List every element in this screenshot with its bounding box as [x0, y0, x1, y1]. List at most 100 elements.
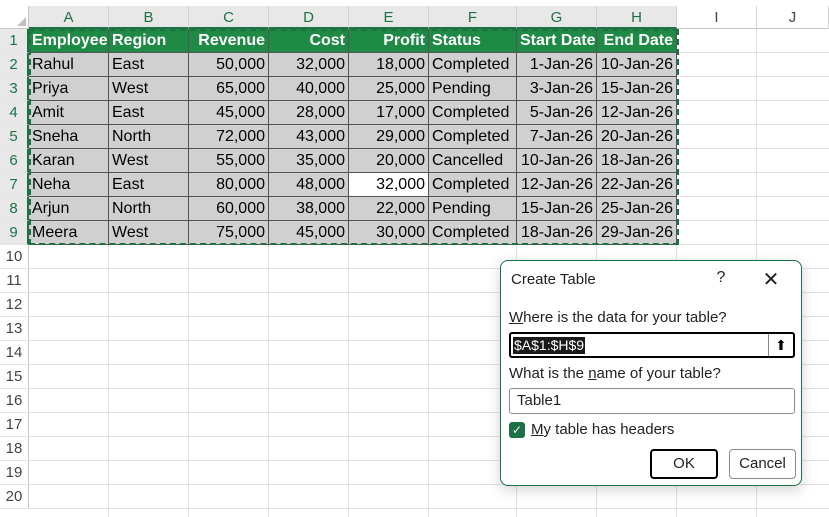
table-cell[interactable]: 35,000: [269, 149, 349, 173]
help-icon[interactable]: ?: [710, 269, 732, 287]
header-cell[interactable]: Profit: [349, 29, 429, 53]
table-cell[interactable]: East: [109, 101, 189, 125]
row-header-12[interactable]: 12: [0, 293, 29, 317]
table-cell[interactable]: 5-Jan-26: [517, 101, 597, 125]
header-cell[interactable]: Employee: [29, 29, 109, 53]
table-cell[interactable]: 25-Jan-26: [597, 197, 677, 221]
headers-checkbox-label[interactable]: My table has headers: [531, 421, 674, 438]
header-cell[interactable]: Cost: [269, 29, 349, 53]
header-cell[interactable]: End Date: [597, 29, 677, 53]
table-cell[interactable]: 43,000: [269, 125, 349, 149]
column-header-j[interactable]: J: [757, 6, 829, 29]
table-cell[interactable]: 15-Jan-26: [597, 77, 677, 101]
row-header-10[interactable]: 10: [0, 245, 29, 269]
table-cell[interactable]: Arjun: [29, 197, 109, 221]
row-header-20[interactable]: 20: [0, 485, 29, 509]
close-icon[interactable]: ✕: [759, 269, 783, 291]
column-header-h[interactable]: H: [597, 6, 677, 29]
headers-checkbox[interactable]: ✓: [509, 422, 525, 438]
range-value[interactable]: $A$1:$H$9: [513, 337, 586, 354]
table-cell[interactable]: Karan: [29, 149, 109, 173]
row-header-19[interactable]: 19: [0, 461, 29, 485]
table-cell[interactable]: 25,000: [349, 77, 429, 101]
row-header-3[interactable]: 3: [0, 77, 29, 101]
table-cell[interactable]: 60,000: [189, 197, 269, 221]
column-header-i[interactable]: I: [677, 6, 757, 29]
ok-button[interactable]: OK: [650, 449, 718, 479]
table-cell[interactable]: 18,000: [349, 53, 429, 77]
cancel-button[interactable]: Cancel: [729, 449, 796, 479]
table-cell[interactable]: 1-Jan-26: [517, 53, 597, 77]
table-cell[interactable]: 29-Jan-26: [597, 221, 677, 245]
table-cell[interactable]: Meera: [29, 221, 109, 245]
table-cell[interactable]: 29,000: [349, 125, 429, 149]
table-cell[interactable]: Rahul: [29, 53, 109, 77]
row-header-1[interactable]: 1: [0, 29, 29, 53]
row-header-15[interactable]: 15: [0, 365, 29, 389]
table-cell[interactable]: 22,000: [349, 197, 429, 221]
row-header-4[interactable]: 4: [0, 101, 29, 125]
table-name-input[interactable]: Table1: [509, 388, 795, 414]
range-input[interactable]: $A$1:$H$9 ⬆: [509, 332, 795, 358]
header-cell[interactable]: Revenue: [189, 29, 269, 53]
table-cell[interactable]: 72,000: [189, 125, 269, 149]
column-header-d[interactable]: D: [269, 6, 349, 29]
table-cell[interactable]: 32,000: [269, 53, 349, 77]
table-cell[interactable]: Pending: [429, 197, 517, 221]
table-cell[interactable]: 38,000: [269, 197, 349, 221]
table-cell[interactable]: 10-Jan-26: [597, 53, 677, 77]
table-cell[interactable]: 48,000: [269, 173, 349, 197]
column-header-e[interactable]: E: [349, 6, 429, 29]
table-cell[interactable]: 50,000: [189, 53, 269, 77]
table-cell[interactable]: 40,000: [269, 77, 349, 101]
table-cell[interactable]: 18-Jan-26: [517, 221, 597, 245]
row-header-13[interactable]: 13: [0, 317, 29, 341]
column-header-a[interactable]: A: [29, 6, 109, 29]
table-cell[interactable]: West: [109, 149, 189, 173]
row-header-5[interactable]: 5: [0, 125, 29, 149]
row-header-11[interactable]: 11: [0, 269, 29, 293]
table-cell[interactable]: 3-Jan-26: [517, 77, 597, 101]
table-cell[interactable]: 45,000: [269, 221, 349, 245]
table-cell[interactable]: 18-Jan-26: [597, 149, 677, 173]
table-cell[interactable]: 10-Jan-26: [517, 149, 597, 173]
row-header-14[interactable]: 14: [0, 341, 29, 365]
row-header-16[interactable]: 16: [0, 389, 29, 413]
table-cell[interactable]: East: [109, 173, 189, 197]
row-header-18[interactable]: 18: [0, 437, 29, 461]
table-cell[interactable]: Sneha: [29, 125, 109, 149]
table-cell[interactable]: Priya: [29, 77, 109, 101]
table-cell[interactable]: 65,000: [189, 77, 269, 101]
table-cell[interactable]: West: [109, 221, 189, 245]
table-cell[interactable]: 55,000: [189, 149, 269, 173]
table-cell[interactable]: 80,000: [189, 173, 269, 197]
row-header-6[interactable]: 6: [0, 149, 29, 173]
table-cell[interactable]: Completed: [429, 53, 517, 77]
column-header-f[interactable]: F: [429, 6, 517, 29]
table-cell[interactable]: 7-Jan-26: [517, 125, 597, 149]
table-cell[interactable]: 20-Jan-26: [597, 125, 677, 149]
row-header-9[interactable]: 9: [0, 221, 29, 245]
table-cell[interactable]: Completed: [429, 101, 517, 125]
table-cell[interactable]: 22-Jan-26: [597, 173, 677, 197]
column-header-g[interactable]: G: [517, 6, 597, 29]
header-cell[interactable]: Start Date: [517, 29, 597, 53]
row-header-7[interactable]: 7: [0, 173, 29, 197]
table-cell[interactable]: 12-Jan-26: [597, 101, 677, 125]
table-cell[interactable]: 30,000: [349, 221, 429, 245]
row-header-2[interactable]: 2: [0, 53, 29, 77]
collapse-dialog-icon[interactable]: ⬆: [768, 334, 793, 356]
table-cell[interactable]: 15-Jan-26: [517, 197, 597, 221]
table-cell[interactable]: 28,000: [269, 101, 349, 125]
table-cell[interactable]: Cancelled: [429, 149, 517, 173]
row-header-8[interactable]: 8: [0, 197, 29, 221]
table-cell[interactable]: Completed: [429, 173, 517, 197]
column-header-b[interactable]: B: [109, 6, 189, 29]
table-cell[interactable]: 45,000: [189, 101, 269, 125]
table-cell[interactable]: 12-Jan-26: [517, 173, 597, 197]
table-cell[interactable]: Completed: [429, 125, 517, 149]
table-cell[interactable]: 20,000: [349, 149, 429, 173]
header-cell[interactable]: Status: [429, 29, 517, 53]
table-cell[interactable]: 75,000: [189, 221, 269, 245]
table-cell[interactable]: North: [109, 125, 189, 149]
